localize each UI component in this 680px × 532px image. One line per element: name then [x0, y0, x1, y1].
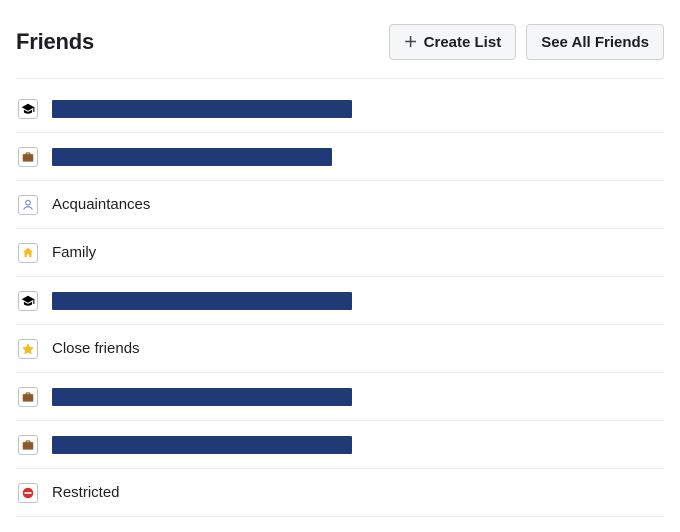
list-item[interactable] [16, 133, 664, 181]
plus-icon: ＋ [404, 32, 418, 52]
create-list-button[interactable]: ＋ Create List [389, 24, 517, 60]
page-title: Friends [16, 29, 94, 55]
star-icon [18, 339, 38, 359]
list-item-label: Close friends [52, 340, 140, 357]
header-actions: ＋ Create List See All Friends [389, 24, 664, 60]
redacted-label [52, 100, 352, 118]
redacted-label [52, 292, 352, 310]
graduation-cap-icon [18, 99, 38, 119]
list-item[interactable] [16, 277, 664, 325]
list-item[interactable]: Close friends [16, 325, 664, 373]
no-entry-icon [18, 483, 38, 503]
create-list-label: Create List [424, 34, 502, 51]
list-item[interactable]: Restricted [16, 469, 664, 517]
list-item-label: Acquaintances [52, 196, 150, 213]
list-item-label: Restricted [52, 484, 120, 501]
graduation-cap-icon [18, 291, 38, 311]
redacted-label [52, 388, 352, 406]
header: Friends ＋ Create List See All Friends [16, 16, 664, 79]
see-all-friends-button[interactable]: See All Friends [526, 24, 664, 60]
list-item[interactable] [16, 373, 664, 421]
briefcase-icon [18, 435, 38, 455]
list-item[interactable]: Family [16, 229, 664, 277]
list-item[interactable] [16, 421, 664, 469]
briefcase-icon [18, 147, 38, 167]
person-icon [18, 195, 38, 215]
list-item[interactable] [16, 85, 664, 133]
friends-lists: Acquaintances Family Close friends Restrict… [16, 85, 664, 517]
home-icon [18, 243, 38, 263]
briefcase-icon [18, 387, 38, 407]
redacted-label [52, 148, 332, 166]
list-item-label: Family [52, 244, 96, 261]
see-all-friends-label: See All Friends [541, 34, 649, 51]
list-item[interactable]: Acquaintances [16, 181, 664, 229]
redacted-label [52, 436, 352, 454]
